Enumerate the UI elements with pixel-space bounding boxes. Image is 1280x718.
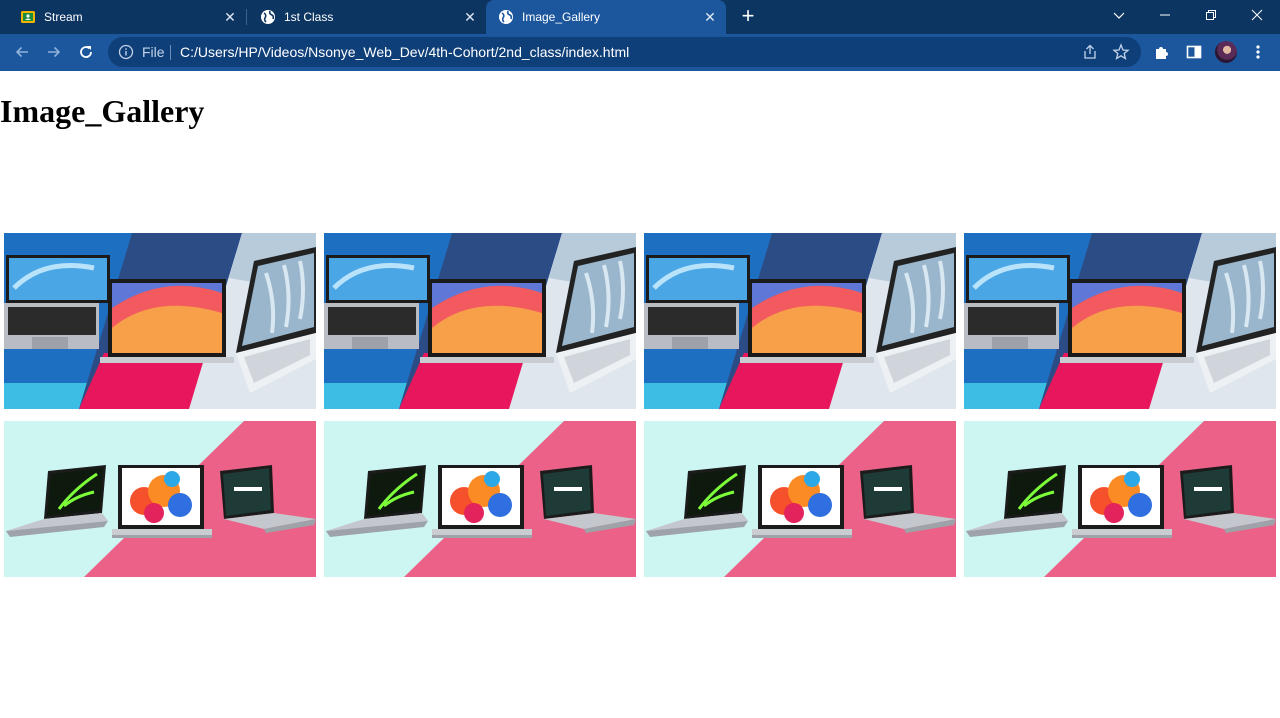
- gallery-image: [964, 421, 1276, 577]
- image-gallery: [4, 233, 1276, 577]
- tab-title: Image_Gallery: [522, 10, 601, 24]
- close-tab-icon[interactable]: ✕: [222, 9, 238, 25]
- reload-icon: [80, 46, 92, 58]
- gallery-image: [644, 233, 956, 409]
- tab-stream[interactable]: Stream ✕: [8, 0, 246, 34]
- browser-toolbar: File C:/Users/HP/Videos/Nsonye_Web_Dev/4…: [0, 34, 1280, 71]
- globe-icon: [260, 9, 276, 25]
- minimize-button[interactable]: [1142, 0, 1188, 30]
- tab-title: 1st Class: [284, 10, 334, 24]
- close-tab-icon[interactable]: ✕: [702, 9, 718, 25]
- tab-search-button[interactable]: [1096, 0, 1142, 30]
- tab-title: Stream: [44, 10, 83, 24]
- minimize-icon: [1160, 14, 1170, 16]
- side-panel-button[interactable]: [1184, 42, 1204, 62]
- profile-avatar[interactable]: [1215, 41, 1237, 63]
- scheme-label: File: [142, 44, 165, 60]
- close-icon: [1251, 9, 1263, 21]
- gallery-image: [644, 421, 956, 577]
- tab-1st-class[interactable]: 1st Class ✕: [248, 0, 486, 34]
- arrow-right-icon: [48, 46, 61, 58]
- reload-button[interactable]: [72, 38, 100, 66]
- info-icon[interactable]: [118, 44, 134, 60]
- page-title: Image_Gallery: [0, 93, 205, 129]
- side-panel-icon: [1186, 45, 1202, 59]
- gallery-image: [4, 233, 316, 409]
- close-tab-icon[interactable]: ✕: [462, 9, 478, 25]
- url-text[interactable]: C:/Users/HP/Videos/Nsonye_Web_Dev/4th-Co…: [180, 44, 629, 60]
- gallery-row: [4, 233, 1276, 409]
- gallery-image: [4, 421, 316, 577]
- gallery-image: [964, 233, 1276, 409]
- classroom-icon: [20, 9, 36, 25]
- browser-menu-button[interactable]: [1248, 42, 1268, 62]
- chevron-down-icon: [1113, 12, 1125, 19]
- globe-icon: [498, 9, 514, 25]
- back-button[interactable]: [8, 38, 36, 66]
- more-vertical-icon: [1256, 45, 1260, 59]
- new-tab-button[interactable]: +: [737, 5, 759, 28]
- address-bar[interactable]: File C:/Users/HP/Videos/Nsonye_Web_Dev/4…: [108, 37, 1141, 67]
- puzzle-icon: [1156, 47, 1168, 59]
- bookmark-star-icon[interactable]: [1112, 43, 1130, 61]
- gallery-row: [4, 421, 1276, 577]
- extensions-button[interactable]: [1152, 42, 1172, 62]
- gallery-image: [324, 233, 636, 409]
- forward-button[interactable]: [40, 38, 68, 66]
- divider: [170, 45, 171, 60]
- restore-icon: [1206, 10, 1216, 20]
- tab-divider: [246, 9, 247, 25]
- share-icon[interactable]: [1081, 43, 1099, 61]
- tab-strip: Stream ✕ 1st Class ✕ Image_Gallery ✕ +: [0, 0, 1280, 34]
- arrow-left-icon: [15, 46, 28, 58]
- close-window-button[interactable]: [1234, 0, 1280, 30]
- tab-image-gallery[interactable]: Image_Gallery ✕: [486, 0, 726, 34]
- gallery-image: [324, 421, 636, 577]
- page-viewport: Image_Gallery: [0, 71, 1280, 718]
- restore-button[interactable]: [1188, 0, 1234, 30]
